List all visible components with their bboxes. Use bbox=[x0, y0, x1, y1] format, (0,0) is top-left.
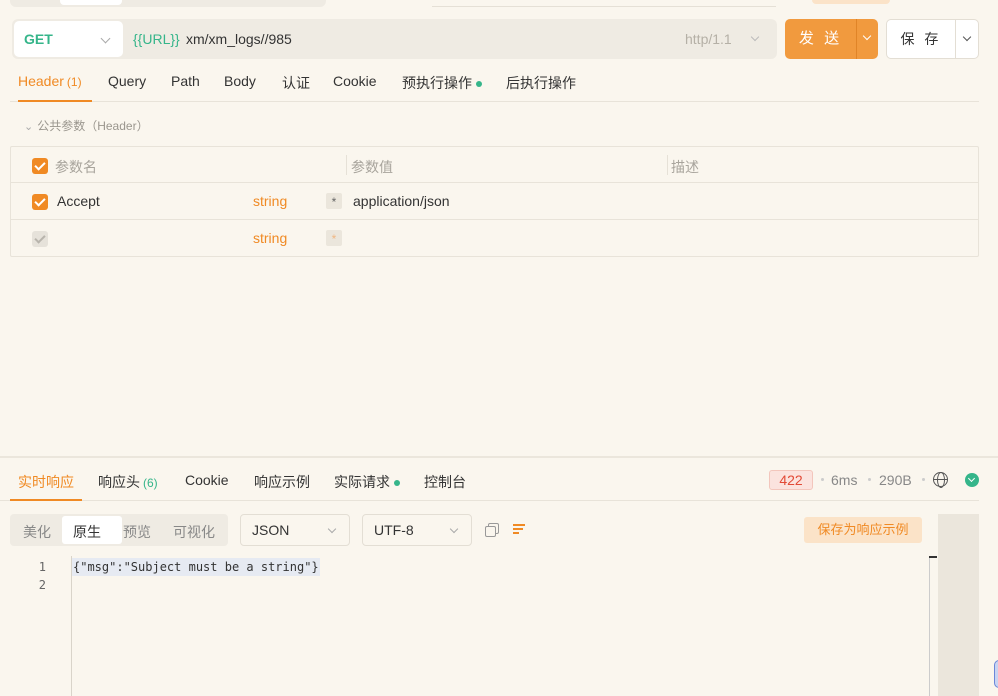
protocol-select[interactable]: http/1.1 bbox=[685, 31, 732, 47]
tab-path[interactable]: Path bbox=[171, 73, 200, 89]
tab-post-script[interactable]: 后执行操作 bbox=[506, 73, 576, 93]
gutter-divider bbox=[71, 556, 72, 696]
tab-response-examples[interactable]: 响应示例 bbox=[254, 472, 310, 492]
method-label: GET bbox=[24, 31, 53, 47]
url-bar: GET {{URL}} xm/xm_logs//985 http/1.1 bbox=[12, 19, 777, 59]
status-dot bbox=[394, 480, 400, 487]
encoding-select-value: UTF-8 bbox=[374, 522, 414, 538]
tab-count: (6) bbox=[143, 476, 158, 490]
top-chip[interactable] bbox=[812, 0, 890, 4]
tab-label: 预执行操作 bbox=[402, 75, 472, 91]
response-size: 290B bbox=[879, 472, 912, 488]
tab-response-cookie[interactable]: Cookie bbox=[185, 472, 229, 488]
url-input[interactable]: xm/xm_logs//985 bbox=[186, 31, 292, 47]
separator-dot bbox=[868, 478, 871, 481]
encoding-select[interactable]: UTF-8 bbox=[362, 514, 472, 546]
response-time: 6ms bbox=[831, 472, 858, 488]
download-icon[interactable] bbox=[965, 473, 979, 487]
wrap-lines-icon[interactable] bbox=[513, 523, 527, 535]
chevron-down-icon bbox=[100, 33, 111, 44]
chevron-down-icon bbox=[750, 32, 760, 42]
table-header-row: 参数名 参数值 描述 bbox=[11, 147, 978, 183]
column-divider bbox=[667, 155, 668, 175]
chevron-down-icon bbox=[862, 31, 872, 41]
format-select[interactable]: JSON bbox=[240, 514, 350, 546]
table-row: Accept string * application/json bbox=[11, 183, 978, 220]
side-panel bbox=[938, 514, 979, 696]
chevron-down-icon bbox=[449, 524, 459, 534]
view-mode-beautify[interactable]: 美化 bbox=[23, 522, 51, 542]
row-checkbox[interactable] bbox=[32, 231, 48, 247]
send-dropdown-button[interactable] bbox=[856, 19, 878, 59]
line-number: 2 bbox=[38, 578, 46, 592]
chevron-down-icon bbox=[327, 524, 337, 534]
tab-label: Header bbox=[18, 73, 64, 89]
tab-pre-script[interactable]: 预执行操作 bbox=[402, 73, 482, 93]
param-value[interactable]: application/json bbox=[353, 193, 450, 209]
line-number: 1 bbox=[38, 560, 46, 574]
top-divider bbox=[432, 6, 776, 7]
format-select-value: JSON bbox=[252, 522, 290, 538]
params-table: 参数名 参数值 描述 Accept string * application/j… bbox=[10, 146, 979, 257]
tab-label: 实际请求 bbox=[334, 474, 390, 490]
request-tabs: Header (1) Query Path Body 认证 Cookie 预执行操… bbox=[10, 70, 979, 102]
tab-query[interactable]: Query bbox=[108, 73, 146, 89]
table-row: string * bbox=[11, 220, 978, 257]
column-header-value: 参数值 bbox=[351, 159, 393, 175]
active-tab-indicator bbox=[18, 100, 92, 102]
save-dropdown-button[interactable] bbox=[955, 19, 979, 59]
active-tab-indicator bbox=[10, 499, 82, 501]
separator-dot bbox=[821, 478, 824, 481]
floating-widget[interactable] bbox=[994, 660, 998, 688]
tab-body[interactable]: Body bbox=[224, 73, 256, 89]
tab-label: 响应头 bbox=[98, 474, 140, 490]
view-mode-visualize[interactable]: 可视化 bbox=[173, 522, 215, 542]
param-type[interactable]: string bbox=[253, 230, 287, 246]
row-checkbox[interactable] bbox=[32, 194, 48, 210]
method-select[interactable]: GET bbox=[14, 21, 123, 57]
status-badge: 422 bbox=[769, 470, 813, 490]
url-template-variable[interactable]: {{URL}} bbox=[133, 31, 180, 47]
column-header-description: 描述 bbox=[671, 159, 699, 175]
tab-live-response[interactable]: 实时响应 bbox=[18, 472, 74, 492]
column-divider bbox=[346, 155, 347, 175]
send-button[interactable]: 发 送 bbox=[785, 19, 856, 59]
param-name[interactable]: Accept bbox=[57, 193, 100, 209]
column-header-name: 参数名 bbox=[55, 159, 97, 175]
select-all-checkbox[interactable] bbox=[32, 158, 48, 174]
save-as-example-button[interactable]: 保存为响应示例 bbox=[804, 517, 922, 543]
code-line[interactable]: {"msg":"Subject must be a string"} bbox=[72, 558, 320, 576]
editor-scrollbar[interactable] bbox=[929, 558, 930, 696]
tab-cookie[interactable]: Cookie bbox=[333, 73, 377, 89]
public-params-label: 公共参数（Header） bbox=[37, 119, 149, 133]
view-mode-switch: 美化 原生 预览 可视化 bbox=[10, 514, 228, 546]
required-toggle[interactable]: * bbox=[326, 193, 342, 209]
public-params-toggle[interactable]: ⌄ 公共参数（Header） bbox=[24, 117, 149, 134]
required-toggle[interactable]: * bbox=[326, 230, 342, 246]
top-tab-strip bbox=[10, 0, 326, 7]
expand-icon: ⌄ bbox=[24, 121, 34, 133]
status-dot bbox=[476, 81, 482, 88]
view-mode-preview[interactable]: 预览 bbox=[123, 522, 151, 542]
param-type[interactable]: string bbox=[253, 193, 287, 209]
tab-actual-request[interactable]: 实际请求 bbox=[334, 472, 400, 492]
separator-dot bbox=[922, 478, 925, 481]
globe-icon[interactable] bbox=[933, 472, 948, 488]
tab-auth[interactable]: 认证 bbox=[282, 73, 310, 93]
tab-console[interactable]: 控制台 bbox=[424, 472, 466, 492]
copy-icon[interactable] bbox=[485, 523, 499, 537]
chevron-down-icon bbox=[962, 32, 972, 42]
save-button[interactable]: 保 存 bbox=[886, 19, 956, 59]
scrollbar-thumb[interactable] bbox=[929, 556, 937, 558]
tab-header[interactable]: Header (1) bbox=[18, 73, 82, 89]
tab-count: (1) bbox=[66, 75, 82, 89]
top-tab-active[interactable] bbox=[60, 0, 122, 5]
response-tabs: 实时响应 响应头 (6) Cookie 响应示例 实际请求 控制台 422 6ms… bbox=[0, 458, 979, 501]
tab-response-headers[interactable]: 响应头 (6) bbox=[98, 472, 158, 492]
view-mode-raw[interactable]: 原生 bbox=[73, 522, 101, 542]
